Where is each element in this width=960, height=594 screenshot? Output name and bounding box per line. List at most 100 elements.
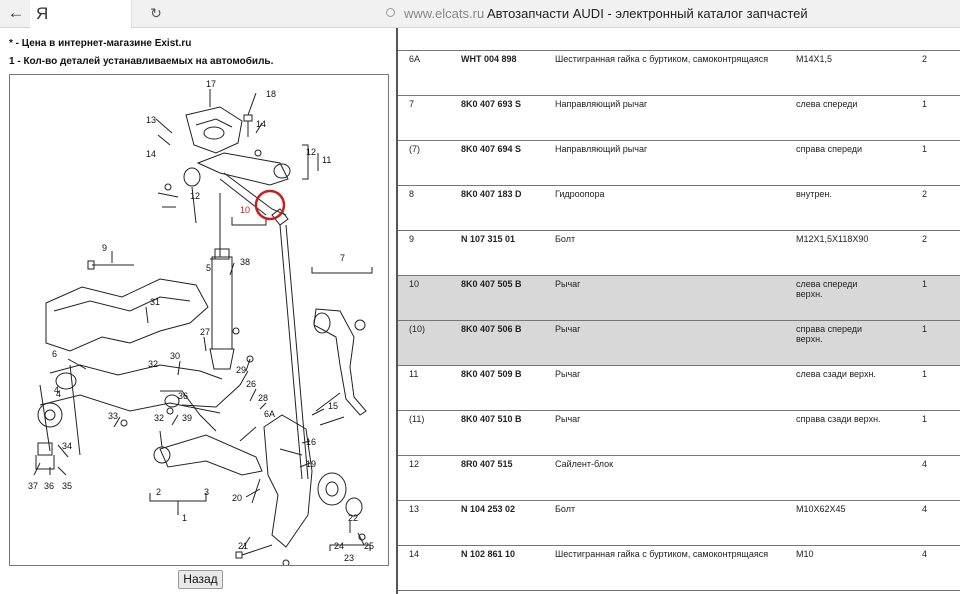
- table-row[interactable]: (10) 8K0 407 506 B Рычаг справа спереди вер…: [398, 321, 960, 366]
- part-quantity: 2: [922, 189, 928, 199]
- callout-label[interactable]: 20: [232, 493, 242, 503]
- callout-label[interactable]: 14: [146, 149, 156, 159]
- callout-label[interactable]: 6A: [264, 409, 275, 419]
- part-note: M12X1,5X118X90: [796, 234, 869, 244]
- callout-label[interactable]: 11: [322, 155, 331, 165]
- table-row[interactable]: 14 N 102 861 10 Шестигранная гайка с бурти…: [398, 546, 960, 591]
- part-number-callout: 7: [409, 99, 415, 109]
- table-row[interactable]: 12 8R0 407 515 Сайлент-блок 4: [398, 456, 960, 501]
- part-catalog-number[interactable]: 8K0 407 510 B: [461, 414, 522, 424]
- part-catalog-number[interactable]: 8K0 407 506 B: [461, 324, 522, 334]
- callout-label[interactable]: 23: [344, 553, 354, 563]
- callout-label[interactable]: 27: [200, 327, 210, 337]
- table-row[interactable]: 8 8K0 407 183 D Гидроопора внутрен. 2: [398, 186, 960, 231]
- part-catalog-number[interactable]: N 102 861 10: [461, 549, 515, 559]
- part-catalog-number[interactable]: 8K0 407 694 S: [461, 144, 521, 154]
- table-row[interactable]: (7) 8K0 407 694 S Направляющий рычаг справа…: [398, 141, 960, 186]
- brand-logo: Я: [36, 4, 49, 23]
- part-quantity: 2: [922, 234, 928, 244]
- callout-label[interactable]: 13: [146, 115, 156, 125]
- callout-label[interactable]: 14: [256, 119, 266, 129]
- callout-label[interactable]: 2: [156, 487, 161, 497]
- part-catalog-number[interactable]: 8K0 407 509 B: [461, 369, 522, 379]
- callout-label[interactable]: 28: [258, 393, 268, 403]
- table-row[interactable]: 10 8K0 407 505 B Рычаг слева спереди верхн.…: [398, 276, 960, 321]
- part-name: Сайлент-блок: [555, 459, 614, 469]
- callout-label[interactable]: 5: [206, 263, 211, 273]
- part-catalog-number[interactable]: 8K0 407 183 D: [461, 189, 522, 199]
- part-catalog-number[interactable]: WHT 004 898: [461, 54, 517, 64]
- part-catalog-number[interactable]: N 104 253 02: [461, 504, 515, 514]
- callout-label[interactable]: 19: [306, 459, 316, 469]
- callout-label[interactable]: 12: [306, 147, 316, 157]
- callout-label[interactable]: 30: [170, 351, 180, 361]
- table-row[interactable]: 7 8K0 407 693 S Направляющий рычаг слева сп…: [398, 96, 960, 141]
- callout-label[interactable]: 7: [340, 253, 345, 263]
- part-catalog-number[interactable]: 8R0 407 515: [461, 459, 513, 469]
- callout-label[interactable]: 22: [348, 513, 358, 523]
- table-row[interactable]: 11 8K0 407 509 B Рычаг слева сзади верхн. 1: [398, 366, 960, 411]
- callout-label[interactable]: 21: [238, 541, 248, 551]
- parts-diagram[interactable]: 17 18 14 13 12 11 14 12 10 9 5 38 7 6 31…: [9, 74, 389, 566]
- part-catalog-number[interactable]: 8K0 407 505 B: [461, 279, 522, 289]
- callout-label[interactable]: 29: [236, 365, 246, 375]
- callout-label[interactable]: 6: [52, 349, 57, 359]
- table-row[interactable]: 6A WHT 004 898 Шестигранная гайка с буртик…: [398, 51, 960, 96]
- callout-label[interactable]: 15: [328, 401, 338, 411]
- lock-icon: [386, 8, 395, 17]
- part-number-callout: 11: [409, 369, 419, 379]
- callout-label[interactable]: 32: [154, 413, 164, 423]
- part-quantity: 1: [922, 414, 928, 424]
- part-note: справа сзади верхн.: [796, 414, 881, 424]
- callout-label[interactable]: 9: [102, 243, 107, 253]
- part-name: Направляющий рычаг: [555, 144, 648, 154]
- callout-label[interactable]: 35: [62, 481, 72, 491]
- part-note: слева сзади верхн.: [796, 369, 876, 379]
- part-note: слева спереди верхн.: [796, 279, 858, 299]
- part-name: Направляющий рычаг: [555, 99, 648, 109]
- part-note: внутрен.: [796, 189, 832, 199]
- callout-label[interactable]: 36: [44, 481, 54, 491]
- part-quantity: 1: [922, 369, 928, 379]
- table-row[interactable]: (11) 8K0 407 510 B Рычаг справа сзади верхн…: [398, 411, 960, 456]
- part-number-callout: 10: [409, 279, 420, 289]
- callout-label[interactable]: 37: [28, 481, 38, 491]
- part-number-callout: (7): [409, 144, 420, 154]
- table-row[interactable]: 13 N 104 253 02 Болт M10X62X45 4: [398, 501, 960, 546]
- callout-label[interactable]: 26: [246, 379, 256, 389]
- part-number-callout: 12: [409, 459, 420, 469]
- part-quantity: 4: [922, 549, 928, 559]
- callout-label[interactable]: 31: [150, 297, 160, 307]
- part-catalog-number[interactable]: N 107 315 01: [461, 234, 515, 244]
- part-catalog-number[interactable]: 8K0 407 693 S: [461, 99, 521, 109]
- callout-label[interactable]: 24: [334, 541, 344, 551]
- part-number-callout: (11): [409, 414, 425, 424]
- arrow-left-icon[interactable]: ←: [6, 3, 26, 23]
- callout-label[interactable]: 39: [182, 413, 192, 423]
- callout-label[interactable]: 17: [206, 79, 216, 89]
- part-name: Рычаг: [555, 324, 581, 334]
- page-title: Автозапчасти AUDI - электронный каталог …: [487, 6, 808, 21]
- callout-label[interactable]: 12: [190, 191, 200, 201]
- browser-brand-tab[interactable]: Я: [30, 0, 132, 28]
- callout-label[interactable]: 16: [306, 437, 316, 447]
- reload-icon[interactable]: ↻: [148, 5, 164, 21]
- part-note: M10X62X45: [796, 504, 846, 514]
- callout-label[interactable]: 25: [364, 541, 374, 551]
- callout-label[interactable]: 33: [108, 411, 118, 421]
- callout-label[interactable]: 18: [266, 89, 276, 99]
- back-button[interactable]: Назад: [178, 570, 223, 589]
- part-note: справа спереди: [796, 144, 863, 154]
- address-url[interactable]: www.elcats.ru: [404, 6, 484, 21]
- part-name: Рычаг: [555, 414, 581, 424]
- callout-label-highlighted[interactable]: 10: [240, 205, 250, 215]
- callout-label[interactable]: 32: [148, 359, 158, 369]
- callout-label[interactable]: 3: [204, 487, 209, 497]
- callout-label[interactable]: 36: [178, 391, 188, 401]
- table-row[interactable]: 9 N 107 315 01 Болт M12X1,5X118X90 2: [398, 231, 960, 276]
- callout-label[interactable]: 1: [182, 513, 187, 523]
- part-name: Рычаг: [555, 369, 581, 379]
- callout-label[interactable]: 38: [240, 257, 250, 267]
- callout-label[interactable]: 34: [62, 441, 72, 451]
- part-quantity: 1: [922, 279, 928, 289]
